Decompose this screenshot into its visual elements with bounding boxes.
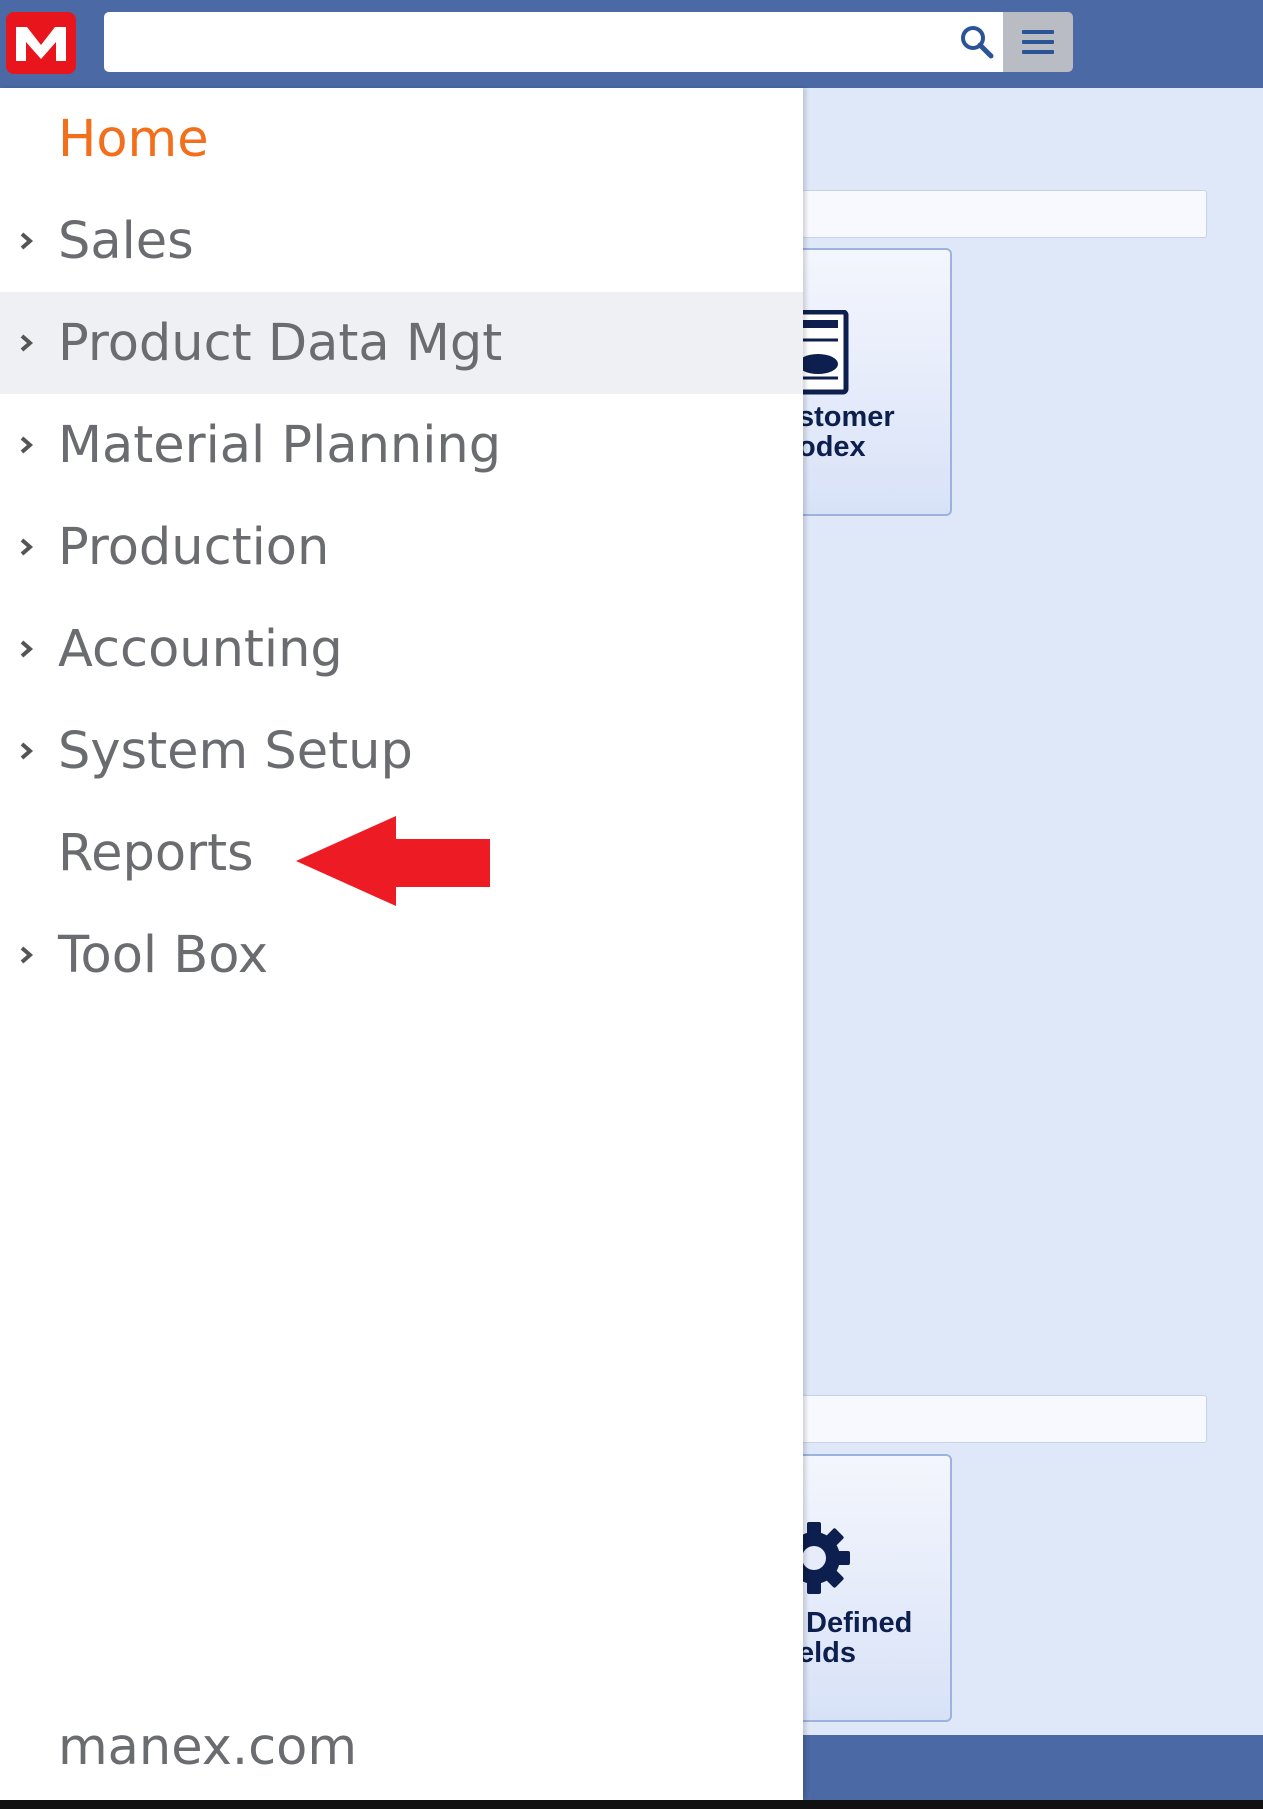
sidebar-item-label: Tool Box — [58, 925, 269, 985]
manex-logo[interactable] — [6, 12, 76, 74]
chevron-right-icon — [20, 640, 34, 658]
sidebar-item-tool-box[interactable]: Tool Box — [0, 904, 803, 1006]
chevron-right-icon — [20, 742, 34, 760]
sidebar-item-production[interactable]: Production — [0, 496, 803, 598]
m-logo-icon — [16, 27, 66, 61]
sidebar-item-label: Material Planning — [58, 415, 502, 475]
tile-label-line2: elds — [798, 1637, 857, 1669]
chevron-right-icon — [20, 946, 34, 964]
manex-website-link[interactable]: manex.com — [58, 1718, 357, 1777]
search-icon[interactable] — [959, 24, 995, 60]
chevron-right-icon — [20, 232, 34, 250]
hamburger-menu-button[interactable] — [1003, 12, 1073, 72]
sidebar-item-label: Reports — [58, 823, 254, 883]
sidebar-item-system-setup[interactable]: System Setup — [0, 700, 803, 802]
hamburger-icon — [1022, 30, 1054, 54]
section-header-bar — [780, 190, 1207, 238]
screen-bottom-edge — [0, 1800, 1263, 1809]
sidebar-item-label: Production — [58, 517, 330, 577]
app-window: stomer odex Defined elds Home Sales Prod… — [0, 0, 1263, 1800]
sidebar-item-label: Sales — [58, 211, 194, 271]
tile-label-line1: Defined — [798, 1607, 913, 1639]
sidebar-item-label: Home — [58, 109, 209, 169]
search-input[interactable] — [104, 12, 1003, 72]
chevron-right-icon — [20, 334, 34, 352]
sidebar-item-home[interactable]: Home — [0, 88, 803, 190]
sidebar-item-label: Accounting — [58, 619, 343, 679]
sidebar-item-product-data-mgt[interactable]: Product Data Mgt — [0, 292, 803, 394]
annotation-arrow-icon — [296, 816, 490, 906]
side-navigation-menu: Home Sales Product Data Mgt Material Pla… — [0, 88, 803, 1800]
chevron-right-icon — [20, 436, 34, 454]
chevron-right-icon — [20, 538, 34, 556]
sidebar-item-sales[interactable]: Sales — [0, 190, 803, 292]
tile-label-line2: odex — [798, 431, 866, 463]
tile-label-line1: stomer — [798, 401, 895, 433]
sidebar-item-label: Product Data Mgt — [58, 313, 503, 373]
sidebar-item-accounting[interactable]: Accounting — [0, 598, 803, 700]
sidebar-item-material-planning[interactable]: Material Planning — [0, 394, 803, 496]
sidebar-item-label: System Setup — [58, 721, 413, 781]
top-bar — [0, 0, 1263, 88]
section-header-bar — [780, 1395, 1207, 1443]
